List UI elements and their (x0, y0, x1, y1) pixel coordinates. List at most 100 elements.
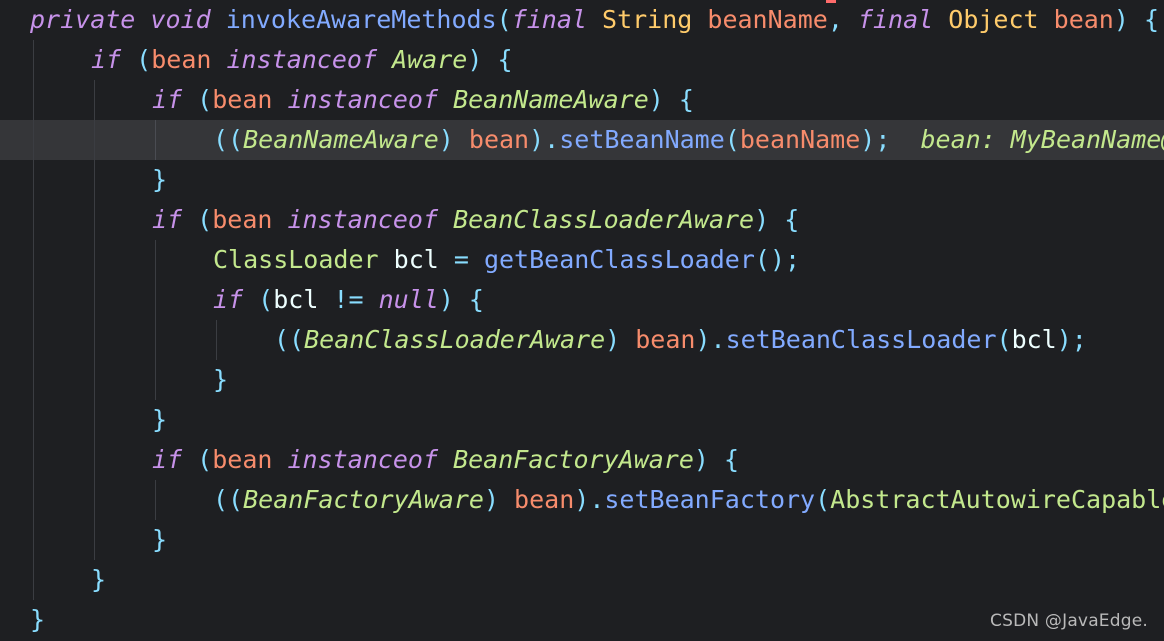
code-token: invokeAwareMethods (225, 5, 497, 34)
code-token: ) (605, 325, 636, 354)
code-editor[interactable]: private void invokeAwareMethods(final St… (0, 0, 1164, 641)
indent-guide (155, 480, 156, 520)
code-token: beanName (739, 125, 861, 154)
code-line[interactable]: } (0, 520, 1164, 560)
code-line-text: } (91, 560, 106, 600)
code-token: Object (948, 5, 1039, 34)
code-token: final (857, 5, 934, 34)
code-line[interactable]: if (bean instanceof Aware) { (0, 40, 1164, 80)
code-line[interactable]: } (0, 560, 1164, 600)
code-line-text: if (bean instanceof BeanFactoryAware) { (152, 440, 739, 480)
code-token: != (318, 285, 379, 314)
code-token: ) { (1113, 5, 1160, 34)
code-line-text: private void invokeAwareMethods( final St… (30, 0, 1159, 40)
code-line-text: if (bean instanceof BeanNameAware) { (152, 80, 694, 120)
code-token: ). (695, 325, 726, 354)
code-line-text: ((BeanClassLoaderAware) bean).setBeanCla… (274, 320, 1087, 360)
code-token: ). (574, 485, 605, 514)
code-token: ) { (648, 85, 694, 114)
code-token: ( (182, 445, 213, 474)
code-token: ) (438, 125, 469, 154)
code-token: if (91, 45, 122, 74)
code-line[interactable]: if (bean instanceof BeanFactoryAware) { (0, 440, 1164, 480)
indent-guide (94, 80, 95, 560)
code-token: null (378, 285, 439, 314)
code-line[interactable]: if (bean instanceof BeanClassLoaderAware… (0, 200, 1164, 240)
code-token: ( (996, 325, 1012, 354)
code-line-text: } (152, 520, 167, 560)
code-line-text: if (bean instanceof Aware) { (91, 40, 513, 80)
code-token: instanceof (287, 445, 439, 474)
code-token: bean (468, 125, 530, 154)
code-token: ( (182, 205, 213, 234)
code-token: BeanFactoryAware (453, 445, 694, 474)
code-line[interactable]: } (0, 160, 1164, 200)
code-line[interactable]: if (bcl != null) { (0, 280, 1164, 320)
code-token: bean (1053, 5, 1114, 34)
code-token: bcl (393, 245, 439, 274)
code-token: } (91, 565, 107, 594)
code-token: (( (213, 485, 244, 514)
code-line[interactable]: ((BeanNameAware) bean).setBeanName(beanN… (0, 120, 1164, 160)
code-token: bean (635, 325, 696, 354)
code-token: bcl (273, 285, 319, 314)
code-token: } (152, 165, 168, 194)
code-line[interactable]: } (0, 400, 1164, 440)
code-line-text: ((BeanNameAware) bean).setBeanName(beanN… (213, 120, 1164, 160)
code-line[interactable]: ((BeanFactoryAware) bean).setBeanFactory… (0, 480, 1164, 520)
code-token: if (152, 445, 183, 474)
code-token: ) { (467, 45, 513, 74)
code-line[interactable]: if (bean instanceof BeanNameAware) { (0, 80, 1164, 120)
code-token: void (150, 5, 211, 34)
code-token: instanceof (226, 45, 378, 74)
code-token: setBeanClassLoader (725, 325, 997, 354)
code-token: = (438, 245, 484, 274)
code-line[interactable]: private void invokeAwareMethods( final St… (0, 0, 1164, 40)
code-token: String (602, 5, 693, 34)
code-line[interactable]: ((BeanClassLoaderAware) bean).setBeanCla… (0, 320, 1164, 360)
code-token: bcl (1011, 325, 1057, 354)
code-token: ( (496, 5, 512, 34)
indent-guide (216, 320, 217, 360)
code-token: } (152, 525, 168, 554)
code-token: ( (182, 85, 213, 114)
code-line-text: if (bcl != null) { (213, 280, 484, 320)
code-token: ( (815, 485, 831, 514)
code-token: if (152, 205, 183, 234)
watermark: CSDN @JavaEdge. (990, 611, 1148, 631)
code-token: bean (151, 45, 212, 74)
code-token: private (30, 5, 136, 34)
code-line[interactable]: ClassLoader bcl = getBeanClassLoader(); (0, 240, 1164, 280)
code-token: bean (212, 205, 273, 234)
code-token: if (213, 285, 244, 314)
code-line-text: if (bean instanceof BeanClassLoaderAware… (152, 200, 799, 240)
code-token: ). (529, 125, 560, 154)
code-token: BeanClassLoaderAware (453, 205, 755, 234)
code-token: BeanFactoryAware (243, 485, 484, 514)
code-token: ) { (438, 285, 484, 314)
code-line-text: } (152, 160, 167, 200)
code-token: ); (860, 125, 891, 154)
code-token: getBeanClassLoader (483, 245, 755, 274)
code-token: , (827, 5, 858, 34)
indent-guide (155, 120, 156, 160)
code-token: bean (514, 485, 575, 514)
code-token: ) { (754, 205, 800, 234)
code-token: bean (212, 445, 273, 474)
code-token: beanName (707, 5, 828, 34)
code-token: } (152, 405, 168, 434)
code-token: } (30, 605, 46, 634)
indent-guide (33, 40, 34, 600)
code-line[interactable]: } (0, 360, 1164, 400)
code-token: bean: MyBeanName@ (890, 125, 1164, 154)
